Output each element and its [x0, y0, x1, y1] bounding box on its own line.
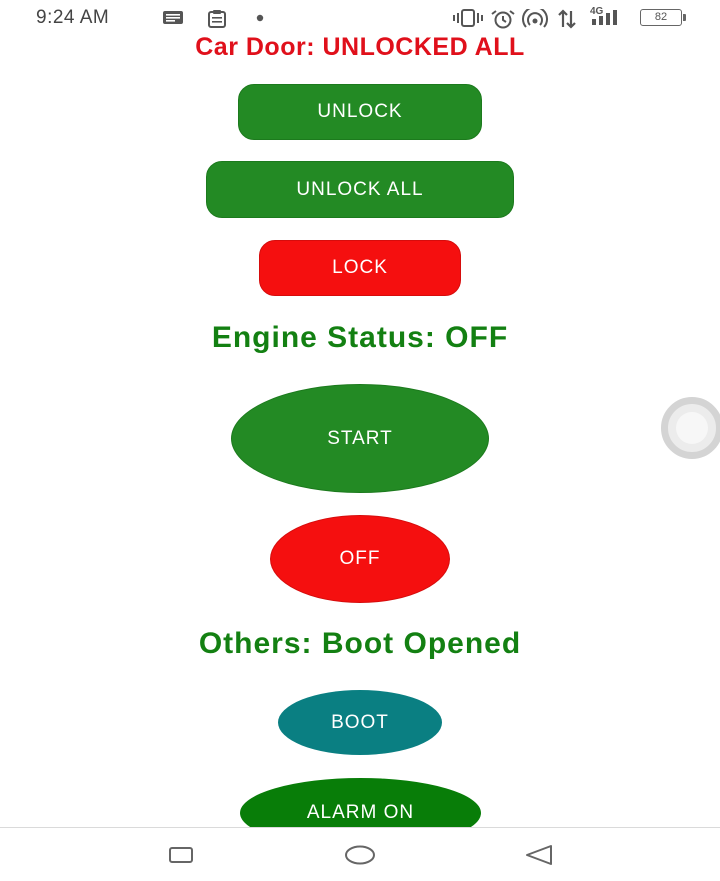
back-triangle-icon[interactable] — [524, 844, 554, 866]
status-time: 9:24 AM — [36, 7, 110, 28]
dot-icon — [256, 14, 264, 22]
boot-button[interactable]: BOOT — [278, 690, 442, 755]
floating-assist-handle[interactable] — [661, 397, 720, 459]
battery-icon: 82 — [640, 9, 686, 26]
start-engine-button[interactable]: START — [231, 384, 489, 493]
signal-icon — [592, 10, 617, 25]
engine-off-button[interactable]: OFF — [270, 515, 450, 603]
others-status: Others: Boot Opened — [198, 627, 522, 660]
unlock-button[interactable]: UNLOCK — [238, 84, 482, 140]
navigation-bar — [0, 827, 720, 881]
data-arrows-icon — [558, 9, 576, 29]
home-circle-icon[interactable] — [344, 844, 376, 866]
alarm-icon — [491, 10, 515, 29]
unlock-all-button[interactable]: UNLOCK ALL — [206, 161, 514, 218]
clipboard-icon — [208, 10, 226, 28]
car-door-status: Car Door: UNLOCKED ALL — [195, 33, 525, 61]
lock-button[interactable]: LOCK — [259, 240, 461, 296]
message-icon — [163, 11, 183, 24]
hotspot-icon — [522, 9, 548, 28]
vibrate-icon — [453, 9, 483, 27]
status-bar: 9:24 AM 4G 82 — [0, 0, 720, 36]
engine-status: Engine Status: OFF — [211, 321, 509, 354]
recents-square-icon[interactable] — [168, 846, 194, 864]
